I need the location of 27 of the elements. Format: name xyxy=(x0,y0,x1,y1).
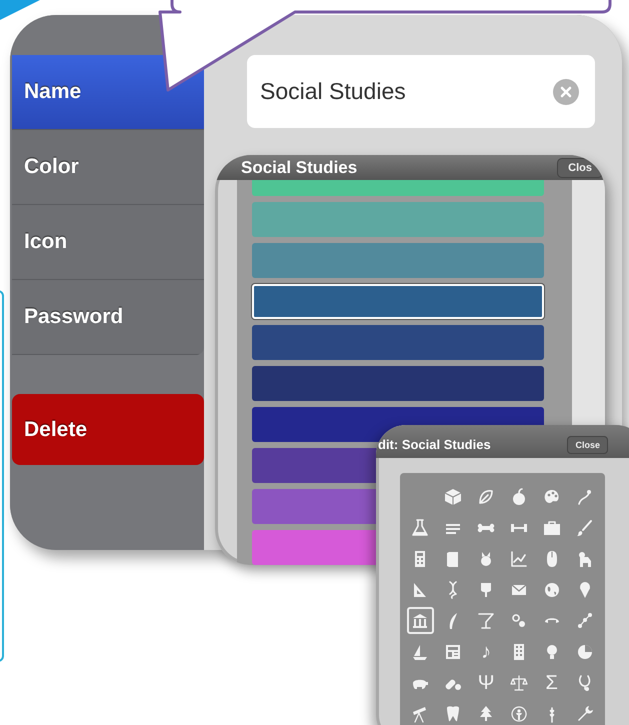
name-field[interactable]: Social Studies xyxy=(247,55,595,128)
person-icon[interactable] xyxy=(508,704,529,724)
sidebar-item[interactable]: Password xyxy=(12,280,204,355)
delete-button[interactable]: Delete xyxy=(12,394,204,465)
scales-icon[interactable] xyxy=(508,672,529,692)
color-swatch[interactable] xyxy=(252,284,544,319)
color-swatch[interactable] xyxy=(252,325,544,360)
field-value: Social Studies xyxy=(260,78,406,105)
symbol-glyph[interactable]: Ψ xyxy=(478,672,494,692)
sidebar-item[interactable]: Icon xyxy=(12,205,204,280)
popup-title: dit: Social Studies xyxy=(377,437,491,452)
color-swatch[interactable] xyxy=(252,366,544,401)
cube-icon[interactable] xyxy=(443,486,464,506)
sidebar-item[interactable]: Name xyxy=(12,55,204,130)
chart-icon[interactable] xyxy=(508,548,529,568)
sidebar-item[interactable]: Color xyxy=(12,130,204,205)
close-button[interactable]: Close xyxy=(567,436,608,454)
corner-shape xyxy=(0,0,40,20)
symbol-glyph[interactable]: ♪ xyxy=(481,642,492,662)
color-swatch[interactable] xyxy=(252,202,544,237)
brush-icon[interactable] xyxy=(574,518,595,538)
cocktail-icon[interactable] xyxy=(476,610,496,630)
symbol-glyph[interactable]: Σ xyxy=(546,672,558,692)
popup-title: Social Studies xyxy=(240,158,358,178)
color-swatch[interactable] xyxy=(252,243,544,278)
flask-icon[interactable] xyxy=(410,518,430,538)
clear-icon[interactable] xyxy=(553,78,579,104)
